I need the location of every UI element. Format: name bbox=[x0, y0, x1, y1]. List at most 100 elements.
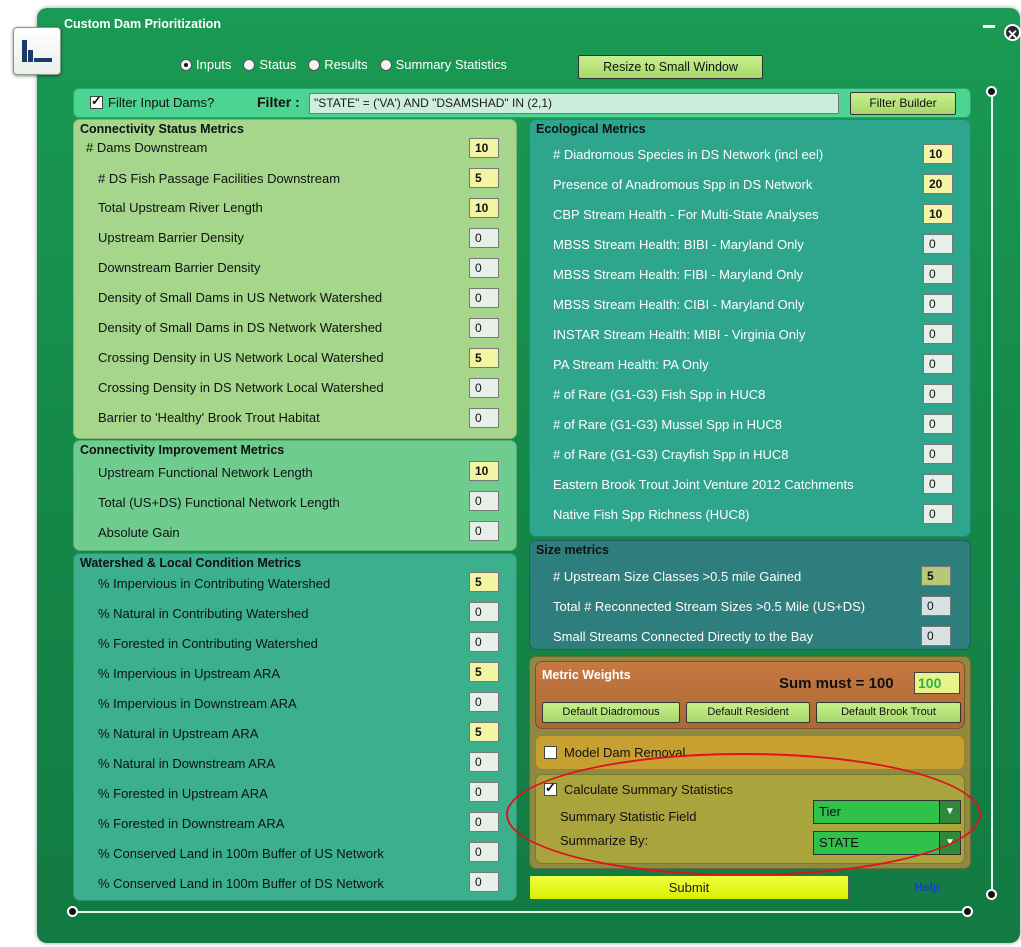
scroll-left-icon[interactable] bbox=[67, 906, 78, 917]
metric-weight-input[interactable]: 10 bbox=[469, 461, 499, 481]
metric-label: MBSS Stream Health: BIBI - Maryland Only bbox=[553, 237, 804, 252]
metric-label: PA Stream Health: PA Only bbox=[553, 357, 709, 372]
default-brook-trout-button[interactable]: Default Brook Trout bbox=[816, 702, 961, 723]
metric-weight-input[interactable]: 0 bbox=[923, 324, 953, 344]
vertical-scrollbar[interactable] bbox=[991, 93, 993, 893]
horizontal-scrollbar[interactable] bbox=[73, 911, 967, 913]
metric-weight-input[interactable]: 0 bbox=[469, 408, 499, 428]
scroll-right-icon[interactable] bbox=[962, 906, 973, 917]
metric-label: % Forested in Downstream ARA bbox=[98, 816, 285, 831]
metric-weight-input[interactable]: 0 bbox=[923, 354, 953, 374]
metric-label: # of Rare (G1-G3) Mussel Spp in HUC8 bbox=[553, 417, 783, 432]
metric-label: % Natural in Upstream ARA bbox=[98, 726, 259, 741]
metric-label: Barrier to 'Healthy' Brook Trout Habitat bbox=[98, 410, 320, 425]
filter-builder-button[interactable]: Filter Builder bbox=[850, 92, 956, 115]
metric-weight-input[interactable]: 0 bbox=[923, 474, 953, 494]
metric-weight-input[interactable]: 0 bbox=[469, 491, 499, 511]
metric-weight-input[interactable]: 5 bbox=[469, 662, 499, 682]
metric-weight-input[interactable]: 10 bbox=[923, 144, 953, 164]
metric-weight-input[interactable]: 5 bbox=[469, 348, 499, 368]
metric-weight-input[interactable]: 0 bbox=[923, 414, 953, 434]
metric-label: % Conserved Land in 100m Buffer of US Ne… bbox=[98, 846, 384, 861]
resize-window-button[interactable]: Resize to Small Window bbox=[578, 55, 763, 79]
metric-label: # Upstream Size Classes >0.5 mile Gained bbox=[553, 569, 802, 584]
metric-weight-input[interactable]: 0 bbox=[469, 378, 499, 398]
default-diadromous-button[interactable]: Default Diadromous bbox=[542, 702, 680, 723]
metric-weight-input[interactable]: 20 bbox=[923, 174, 953, 194]
metric-weight-input[interactable]: 0 bbox=[469, 842, 499, 862]
metric-label: # of Rare (G1-G3) Crayfish Spp in HUC8 bbox=[553, 447, 789, 462]
tab-label: Inputs bbox=[196, 57, 232, 72]
minimize-icon[interactable] bbox=[983, 25, 995, 28]
metric-weight-input[interactable]: 10 bbox=[469, 198, 499, 218]
metric-weight-input[interactable]: 0 bbox=[921, 596, 951, 616]
metric-label: % Forested in Upstream ARA bbox=[98, 786, 268, 801]
window-title: Custom Dam Prioritization bbox=[64, 17, 221, 31]
scroll-down-icon[interactable] bbox=[986, 889, 997, 900]
model-dam-removal-checkbox[interactable] bbox=[544, 746, 557, 759]
metric-weight-input[interactable]: 5 bbox=[921, 566, 951, 586]
metric-weight-input[interactable]: 0 bbox=[469, 521, 499, 541]
scroll-up-icon[interactable] bbox=[986, 86, 997, 97]
metric-weight-input[interactable]: 0 bbox=[469, 602, 499, 622]
metric-weight-input[interactable]: 5 bbox=[469, 572, 499, 592]
metric-weight-input[interactable]: 10 bbox=[469, 138, 499, 158]
metric-label: Density of Small Dams in DS Network Wate… bbox=[98, 320, 383, 335]
metric-label: MBSS Stream Health: CIBI - Maryland Only bbox=[553, 297, 805, 312]
metric-label: INSTAR Stream Health: MIBI - Virginia On… bbox=[553, 327, 806, 342]
filter-checkbox-label: Filter Input Dams? bbox=[108, 95, 215, 110]
metric-weight-input[interactable]: 0 bbox=[469, 632, 499, 652]
metric-weight-input[interactable]: 5 bbox=[469, 722, 499, 742]
metric-label: Absolute Gain bbox=[98, 525, 180, 540]
metric-weight-input[interactable]: 0 bbox=[469, 288, 499, 308]
metric-weight-input[interactable]: 0 bbox=[923, 444, 953, 464]
submit-button[interactable]: Submit bbox=[529, 875, 849, 900]
metric-label: CBP Stream Health - For Multi-State Anal… bbox=[553, 207, 819, 222]
metric-label: Crossing Density in US Network Local Wat… bbox=[98, 350, 384, 365]
metric-weight-input[interactable]: 0 bbox=[469, 752, 499, 772]
metric-weight-input[interactable]: 0 bbox=[469, 228, 499, 248]
filter-checkbox[interactable] bbox=[90, 93, 103, 109]
metric-weight-input[interactable]: 0 bbox=[923, 294, 953, 314]
metric-label: Crossing Density in DS Network Local Wat… bbox=[98, 380, 384, 395]
sum-label: Sum must = 100 bbox=[779, 675, 894, 692]
metric-label: Total Upstream River Length bbox=[98, 200, 263, 215]
metric-weight-input[interactable]: 0 bbox=[923, 504, 953, 524]
metric-weight-input[interactable]: 0 bbox=[923, 264, 953, 284]
metric-weight-input[interactable]: 0 bbox=[921, 626, 951, 646]
metric-weight-input[interactable]: 0 bbox=[923, 234, 953, 254]
tab-label: Summary Statistics bbox=[395, 57, 507, 72]
metric-label: % Natural in Contributing Watershed bbox=[98, 606, 309, 621]
metric-label: % Impervious in Downstream ARA bbox=[98, 696, 297, 711]
panel-title: Connectivity Improvement Metrics bbox=[80, 443, 285, 457]
metric-weight-input[interactable]: 10 bbox=[923, 204, 953, 224]
metric-weight-input[interactable]: 0 bbox=[469, 258, 499, 278]
connectivity-status-panel: Connectivity Status Metrics # Dams Downs… bbox=[73, 119, 517, 439]
radio-icon bbox=[243, 58, 256, 71]
watershed-condition-panel: Watershed & Local Condition Metrics % Im… bbox=[73, 553, 517, 901]
metric-weight-input[interactable]: 0 bbox=[469, 782, 499, 802]
ecological-metrics-panel: Ecological Metrics # Diadromous Species … bbox=[529, 119, 971, 537]
tab-results[interactable]: Results bbox=[308, 57, 368, 72]
metric-weight-input[interactable]: 0 bbox=[469, 692, 499, 712]
metric-label: Eastern Brook Trout Joint Venture 2012 C… bbox=[553, 477, 854, 492]
help-link[interactable]: Help bbox=[914, 880, 940, 894]
metric-weight-input[interactable]: 0 bbox=[469, 812, 499, 832]
filter-expression-input[interactable]: "STATE" = ('VA') AND "DSAMSHAD" IN (2,1) bbox=[309, 93, 839, 114]
tab-inputs[interactable]: Inputs bbox=[180, 57, 231, 72]
metric-label: % Natural in Downstream ARA bbox=[98, 756, 276, 771]
radio-icon bbox=[308, 58, 321, 71]
weight-sum-value: 100 bbox=[914, 672, 960, 694]
tab-summary-statistics[interactable]: Summary Statistics bbox=[379, 57, 507, 72]
metric-label: % Impervious in Upstream ARA bbox=[98, 666, 281, 681]
panel-title: Watershed & Local Condition Metrics bbox=[80, 556, 302, 570]
default-resident-button[interactable]: Default Resident bbox=[686, 702, 810, 723]
metric-weight-input[interactable]: 0 bbox=[923, 384, 953, 404]
size-metrics-panel: Size metrics # Upstream Size Classes >0.… bbox=[529, 540, 971, 650]
metric-weight-input[interactable]: 5 bbox=[469, 168, 499, 188]
tab-status[interactable]: Status bbox=[243, 57, 296, 72]
close-icon[interactable]: ✕ bbox=[1004, 24, 1021, 42]
metric-weight-input[interactable]: 0 bbox=[469, 872, 499, 892]
metric-label: Total # Reconnected Stream Sizes >0.5 Mi… bbox=[553, 599, 866, 614]
metric-weight-input[interactable]: 0 bbox=[469, 318, 499, 338]
